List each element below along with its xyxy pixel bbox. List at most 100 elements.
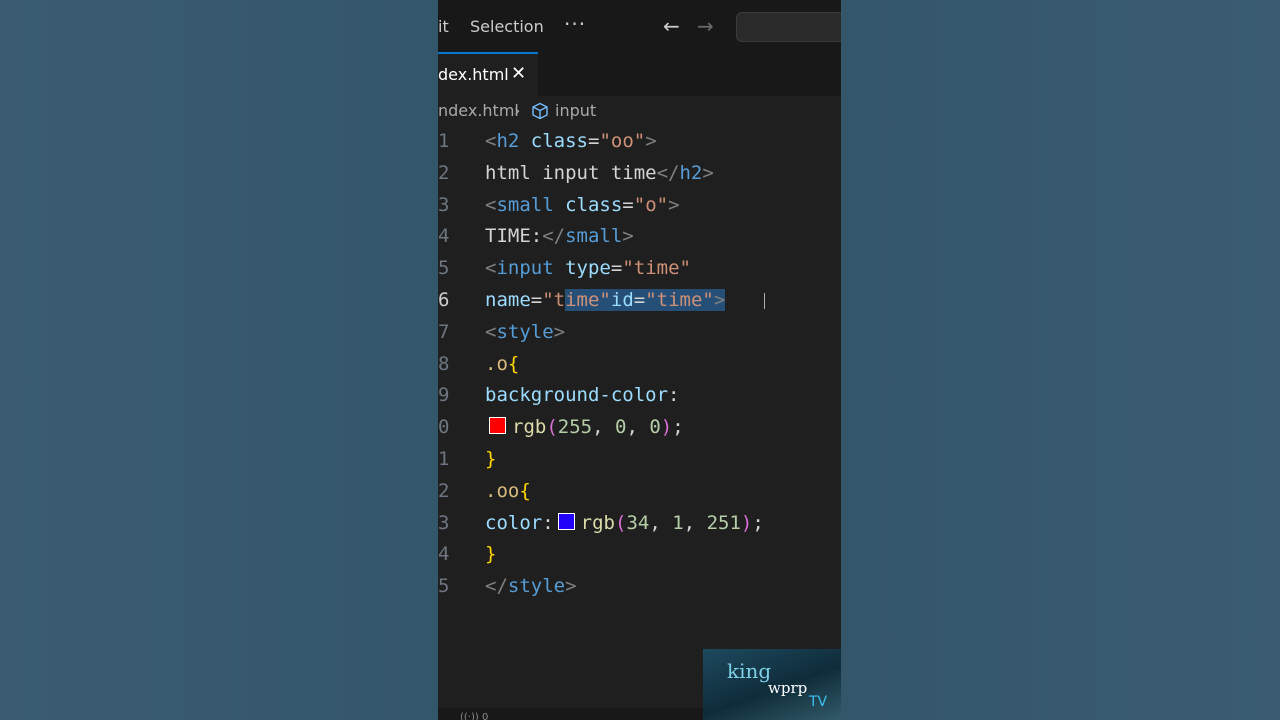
code-token: 0	[615, 416, 627, 439]
forward-arrow-icon[interactable]: →	[697, 14, 714, 38]
code-token: =	[622, 193, 634, 216]
line-number: 1	[438, 130, 450, 152]
watermark-line-1: king	[727, 659, 772, 683]
code-text: }	[485, 444, 496, 476]
code-line[interactable]: 5 </style>	[438, 571, 841, 603]
code-token: rgb	[580, 511, 615, 534]
line-number: 7	[438, 320, 450, 343]
code-token: .o	[485, 352, 508, 375]
code-token: <	[485, 320, 497, 343]
code-text: html input time</h2>	[485, 158, 714, 190]
code-text: rgb(255, 0, 0);	[485, 412, 684, 444]
code-line[interactable]: 2 .oo{	[438, 476, 841, 508]
code-token: 251	[706, 511, 741, 534]
line-number: 8	[438, 352, 450, 375]
code-line[interactable]: 9 background-color:	[438, 380, 841, 412]
code-token: >	[565, 575, 577, 598]
code-line[interactable]: 1}	[438, 444, 841, 476]
code-token: TIME:	[485, 225, 543, 248]
code-token: =	[610, 257, 623, 280]
command-center-search[interactable]	[736, 12, 841, 42]
breadcrumb-symbol[interactable]: input	[555, 101, 596, 120]
code-token: rgb	[512, 416, 547, 439]
code-text: color: rgb(34, 1, 251);	[485, 508, 764, 540]
breadcrumb-file[interactable]: ndex.html	[438, 101, 519, 120]
code-text: <h2 class="oo">	[485, 126, 657, 158]
code-token: type	[553, 257, 611, 280]
background-left	[0, 0, 438, 720]
line-number: 5	[438, 257, 450, 280]
code-token: background-color	[485, 384, 669, 407]
code-token: small	[496, 193, 554, 216]
code-token: .oo	[485, 479, 520, 502]
code-token: {	[507, 352, 520, 375]
code-token: "time"	[645, 288, 714, 311]
menu-edit[interactable]: it	[438, 17, 449, 36]
tab-bar: dex.html ✕	[438, 52, 841, 96]
code-token: </	[656, 161, 680, 184]
code-token: input	[496, 257, 554, 280]
code-token: h2	[496, 130, 520, 152]
color-swatch[interactable]	[557, 512, 575, 530]
code-token: h2	[679, 161, 703, 184]
code-token: "oo"	[599, 130, 646, 152]
status-ports[interactable]: ((·)) 0	[460, 712, 488, 720]
code-token: color	[485, 511, 543, 534]
code-line[interactable]: 3 color: rgb(34, 1, 251);	[438, 508, 841, 540]
code-token: <	[485, 193, 497, 216]
code-token: style	[496, 320, 554, 343]
code-line[interactable]: 5 <input type="time"	[438, 253, 841, 285]
code-token: }	[485, 447, 497, 470]
line-number: 2	[438, 161, 450, 184]
code-token: >	[645, 130, 657, 152]
code-line[interactable]: 8 .o{	[438, 349, 841, 381]
code-area[interactable]: 1 <h2 class="oo"> 2 html input time</h2> 3 <s…	[438, 126, 841, 603]
code-line[interactable]: 3 <small class="o">	[438, 190, 841, 222]
code-line[interactable]: 4 TIME:</small>	[438, 221, 841, 253]
code-token: )	[660, 416, 673, 439]
code-line[interactable]: 7 <style>	[438, 317, 841, 349]
close-icon[interactable]: ✕	[511, 63, 526, 84]
code-line[interactable]: 1 <h2 class="oo">	[438, 126, 841, 158]
line-number: 6	[438, 288, 450, 311]
code-text: background-color:	[485, 380, 679, 412]
code-text: TIME:</small>	[485, 221, 634, 253]
code-token: 34	[626, 511, 650, 534]
code-token: >	[622, 225, 634, 248]
code-token: =	[530, 288, 543, 311]
tab-label: dex.html	[438, 65, 509, 84]
code-token: </	[485, 575, 508, 598]
code-token: "time"	[622, 257, 691, 280]
line-number: 5	[438, 575, 450, 598]
code-line[interactable]: 4}	[438, 539, 841, 571]
code-token: >	[668, 193, 680, 216]
color-swatch[interactable]	[489, 417, 506, 435]
code-token: class	[519, 130, 588, 152]
code-token: html input time	[485, 161, 657, 184]
code-token: 1	[672, 511, 684, 534]
line-number: 0	[438, 416, 450, 439]
code-token: ,	[683, 511, 707, 534]
code-token: }	[485, 543, 497, 566]
code-text: name="time"id="time">	[485, 285, 726, 317]
code-editor-window: it Selection ··· ← → dex.html ✕ ndex.htm…	[438, 0, 841, 720]
code-token: =	[633, 288, 646, 311]
symbol-cube-icon	[531, 102, 549, 124]
menu-selection[interactable]: Selection	[470, 17, 544, 36]
watermark-line-3: TV	[809, 694, 828, 710]
code-token: ,	[649, 511, 673, 534]
line-number: 9	[438, 384, 450, 407]
code-line[interactable]: 2 html input time</h2>	[438, 158, 841, 190]
back-arrow-icon[interactable]: ←	[663, 14, 680, 38]
code-line[interactable]: 6 name="time"id="time">	[438, 285, 841, 317]
code-line[interactable]: 0 rgb(255, 0, 0);	[438, 412, 841, 444]
code-token: >	[702, 161, 714, 184]
code-token: </	[542, 225, 566, 248]
menu-more-icon[interactable]: ···	[564, 12, 586, 36]
code-token: style	[507, 575, 566, 598]
code-text: }	[485, 539, 496, 571]
tab-index-html[interactable]: dex.html ✕	[438, 52, 538, 96]
code-token: =	[587, 130, 600, 152]
line-number: 4	[438, 543, 450, 566]
code-text: <small class="o">	[485, 190, 680, 222]
